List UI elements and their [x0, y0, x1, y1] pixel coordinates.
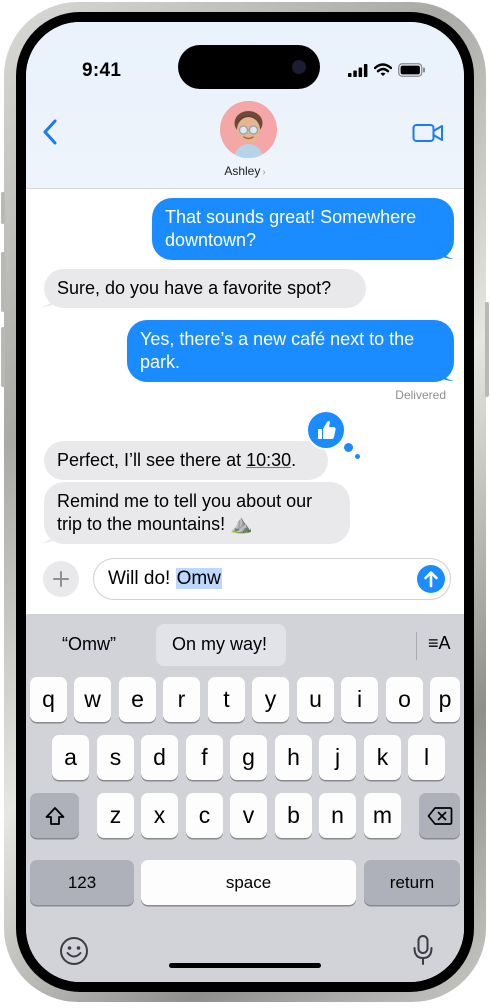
time-link[interactable]: 10:30	[246, 450, 291, 470]
tapback-dot	[355, 454, 360, 459]
message-bubble-outgoing[interactable]: Yes, there’s a new café next to the park…	[127, 320, 454, 382]
tapback-reaction[interactable]	[306, 410, 346, 450]
avatar[interactable]	[220, 101, 277, 158]
key-a[interactable]: a	[52, 735, 89, 780]
key-i[interactable]: i	[341, 677, 378, 722]
dynamic-island	[178, 45, 320, 89]
side-button	[485, 302, 489, 397]
thumbs-up-icon	[318, 421, 336, 439]
message-text: park.	[140, 352, 181, 372]
tapback-dot	[343, 442, 354, 453]
arrow-up-icon	[424, 571, 438, 588]
key-d[interactable]: d	[141, 735, 178, 780]
message-input-text[interactable]: Will do! Omw	[108, 568, 222, 590]
message-text: downtown?	[165, 230, 257, 250]
key-g[interactable]: g	[230, 735, 267, 780]
chevron-right-icon: ›	[262, 167, 266, 178]
key-j[interactable]: j	[319, 735, 356, 780]
key-x[interactable]: x	[141, 793, 178, 838]
message-bubble-outgoing[interactable]: That sounds great! Somewhere downtown?	[152, 198, 454, 260]
bubble-tail	[41, 528, 57, 543]
numbers-key[interactable]: 123	[30, 860, 134, 905]
plus-button[interactable]	[43, 561, 79, 597]
plus-icon	[53, 571, 69, 587]
prediction-literal[interactable]: “Omw”	[62, 634, 116, 655]
cellular-signal-icon	[348, 63, 368, 77]
key-l[interactable]: l	[408, 735, 445, 780]
key-t[interactable]: t	[208, 677, 245, 722]
input-text-selected[interactable]: Omw	[175, 568, 222, 589]
key-y[interactable]: y	[252, 677, 289, 722]
key-z[interactable]: z	[97, 793, 134, 838]
delete-key[interactable]	[419, 793, 460, 838]
microphone-icon[interactable]	[412, 934, 434, 966]
bubble-tail	[41, 292, 57, 307]
format-text-icon[interactable]: ≡A	[428, 633, 451, 654]
message-text: Sure, do you have a favorite spot?	[57, 278, 332, 298]
contact-name-label: Ashley	[224, 164, 261, 178]
key-e[interactable]: e	[119, 677, 156, 722]
shift-icon	[45, 806, 64, 825]
bubble-tail	[438, 366, 454, 381]
key-f[interactable]: f	[186, 735, 223, 780]
message-bubble-incoming[interactable]: Perfect, I’ll see there at 10:30.	[44, 441, 328, 480]
message-input[interactable]: Will do! Omw	[93, 558, 451, 600]
memoji-icon	[220, 101, 277, 158]
home-indicator[interactable]	[169, 963, 321, 968]
message-text: Perfect, I’ll see there at	[57, 450, 247, 470]
space-key[interactable]: space	[141, 860, 356, 905]
delete-icon	[427, 806, 452, 825]
prediction-suggestion[interactable]: On my way!	[172, 634, 267, 655]
key-w[interactable]: w	[74, 677, 111, 722]
input-text-plain: Will do!	[108, 568, 176, 589]
bezel: Ashley › 9:41 That sounds great! Somewhe…	[16, 12, 474, 992]
key-c[interactable]: c	[186, 793, 223, 838]
return-key[interactable]: return	[364, 860, 460, 905]
message-text: That sounds great! Somewhere	[165, 207, 417, 227]
message-bubble-incoming[interactable]: Remind me to tell you about our trip to …	[44, 482, 350, 544]
key-s[interactable]: s	[97, 735, 134, 780]
wifi-icon	[374, 63, 392, 76]
send-button[interactable]	[417, 565, 445, 593]
delivered-status: Delivered	[395, 388, 446, 402]
key-n[interactable]: n	[319, 793, 356, 838]
key-p[interactable]: p	[430, 677, 460, 722]
keyboard: “Omw” On my way! ≡A q w e r t y u i o p …	[26, 614, 464, 982]
message-bubble-incoming[interactable]: Sure, do you have a favorite spot?	[44, 269, 366, 308]
camera-icon	[292, 60, 306, 74]
key-h[interactable]: h	[275, 735, 312, 780]
key-r[interactable]: r	[163, 677, 200, 722]
emoji-icon[interactable]	[59, 936, 89, 966]
key-m[interactable]: m	[364, 793, 401, 838]
phone-frame: Ashley › 9:41 That sounds great! Somewhe…	[1, 2, 489, 1002]
volume-down-button	[1, 327, 5, 387]
message-text: .	[291, 450, 297, 470]
key-o[interactable]: o	[386, 677, 423, 722]
back-icon[interactable]	[40, 118, 60, 146]
key-v[interactable]: v	[230, 793, 267, 838]
status-icons	[348, 62, 426, 78]
bubble-tail	[438, 244, 454, 259]
prediction-divider	[416, 632, 417, 660]
battery-icon	[398, 63, 425, 77]
message-text: Remind me to tell you about our	[57, 491, 313, 511]
key-k[interactable]: k	[364, 735, 401, 780]
contact-name[interactable]: Ashley ›	[26, 164, 464, 178]
shift-key[interactable]	[30, 793, 79, 838]
action-button	[1, 192, 5, 224]
key-u[interactable]: u	[297, 677, 334, 722]
message-text: trip to the mountains! ⛰️	[57, 514, 253, 534]
volume-up-button	[1, 252, 5, 312]
video-camera-icon[interactable]	[412, 122, 444, 144]
key-q[interactable]: q	[30, 677, 67, 722]
status-time: 9:41	[82, 60, 122, 81]
message-text: Yes, there’s a new café next to the	[140, 329, 415, 349]
screen: Ashley › 9:41 That sounds great! Somewhe…	[26, 22, 464, 982]
key-b[interactable]: b	[275, 793, 312, 838]
